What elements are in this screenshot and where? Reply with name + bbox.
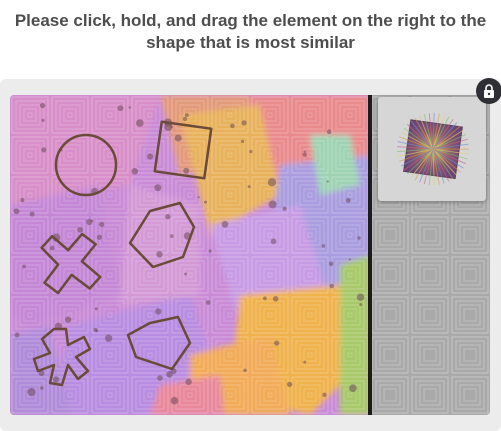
noise-dot: [274, 340, 280, 346]
noise-dot: [357, 236, 361, 240]
noise-dot: [147, 153, 154, 160]
noise-dot: [20, 197, 25, 203]
noise-dot: [286, 381, 293, 388]
noise-dot: [183, 167, 190, 174]
noise-dot: [185, 113, 189, 118]
noise-dot: [359, 303, 363, 307]
noise-dot: [321, 244, 326, 248]
noise-dot: [282, 206, 287, 211]
noise-dot: [91, 219, 94, 222]
noise-dot: [204, 200, 207, 204]
noise-dot: [345, 198, 351, 203]
instruction-line-1: Please click, hold, and drag the element…: [14, 11, 487, 30]
noise-dot: [77, 227, 83, 233]
noise-dot: [13, 208, 20, 215]
noise-dot: [268, 200, 277, 209]
noise-dot: [326, 129, 332, 134]
noise-dot: [41, 118, 45, 122]
noise-dot: [349, 384, 357, 393]
lock-icon: [484, 84, 494, 98]
divider-line: [368, 95, 372, 415]
noise-dot: [41, 147, 47, 153]
noise-dot: [302, 152, 307, 157]
noise-dot: [27, 387, 36, 397]
noise-dot: [165, 214, 171, 220]
noise-dot: [356, 293, 365, 301]
noise-dot: [93, 327, 98, 332]
noise-dot: [247, 185, 251, 189]
noise-dot: [53, 376, 60, 383]
noise-dot: [86, 218, 93, 225]
noise-dot: [94, 307, 98, 311]
noise-dot: [243, 368, 247, 372]
noise-dot: [128, 106, 131, 109]
noise-dot: [329, 283, 335, 289]
noise-dot: [174, 134, 182, 142]
draggable-piece[interactable]: [378, 97, 486, 201]
noise-dot: [348, 258, 351, 261]
noise-dot: [241, 120, 247, 126]
noise-dot: [205, 300, 211, 305]
noise-dot: [49, 245, 55, 251]
noise-dot: [270, 238, 277, 245]
noise-dot: [249, 150, 253, 154]
noise-dot: [182, 116, 187, 122]
noise-dot: [263, 296, 267, 301]
noise-dot: [22, 264, 26, 269]
noise-dot: [64, 316, 72, 323]
noise-dot: [197, 196, 200, 199]
noise-dot: [131, 168, 139, 175]
noise-dot: [303, 150, 306, 153]
noise-dot: [185, 378, 192, 385]
noise-dot: [29, 211, 35, 217]
noise-dot: [267, 178, 277, 187]
noise-dot: [155, 308, 162, 315]
noise-dot: [154, 184, 162, 192]
lock-button[interactable]: [476, 78, 501, 104]
noise-dot: [104, 334, 113, 342]
noise-dot: [136, 119, 144, 127]
noise-dot: [170, 234, 174, 238]
noise-dot: [40, 386, 44, 390]
noise-dot: [326, 180, 329, 183]
noise-dot: [322, 392, 327, 397]
noise-dot: [230, 123, 235, 129]
noise-dot: [170, 396, 179, 405]
noise-dot: [39, 102, 46, 109]
noise-dot: [96, 234, 102, 240]
noise-dot: [157, 375, 163, 381]
noise-dot: [184, 272, 188, 276]
noise-dot: [221, 220, 229, 228]
noise-dot: [272, 296, 279, 302]
noise-dot: [328, 261, 334, 267]
noise-dot: [156, 251, 163, 258]
noise-dot: [14, 332, 20, 338]
captcha-instruction: Please click, hold, and drag the element…: [0, 10, 501, 54]
noise-dot: [240, 139, 245, 144]
noise-dot: [208, 249, 212, 253]
noise-dot: [303, 360, 307, 364]
noise-dot: [99, 221, 105, 227]
noise-dot: [166, 371, 173, 378]
noise-dot: [117, 105, 124, 112]
instruction-line-2: shape that is most similar: [146, 33, 355, 52]
